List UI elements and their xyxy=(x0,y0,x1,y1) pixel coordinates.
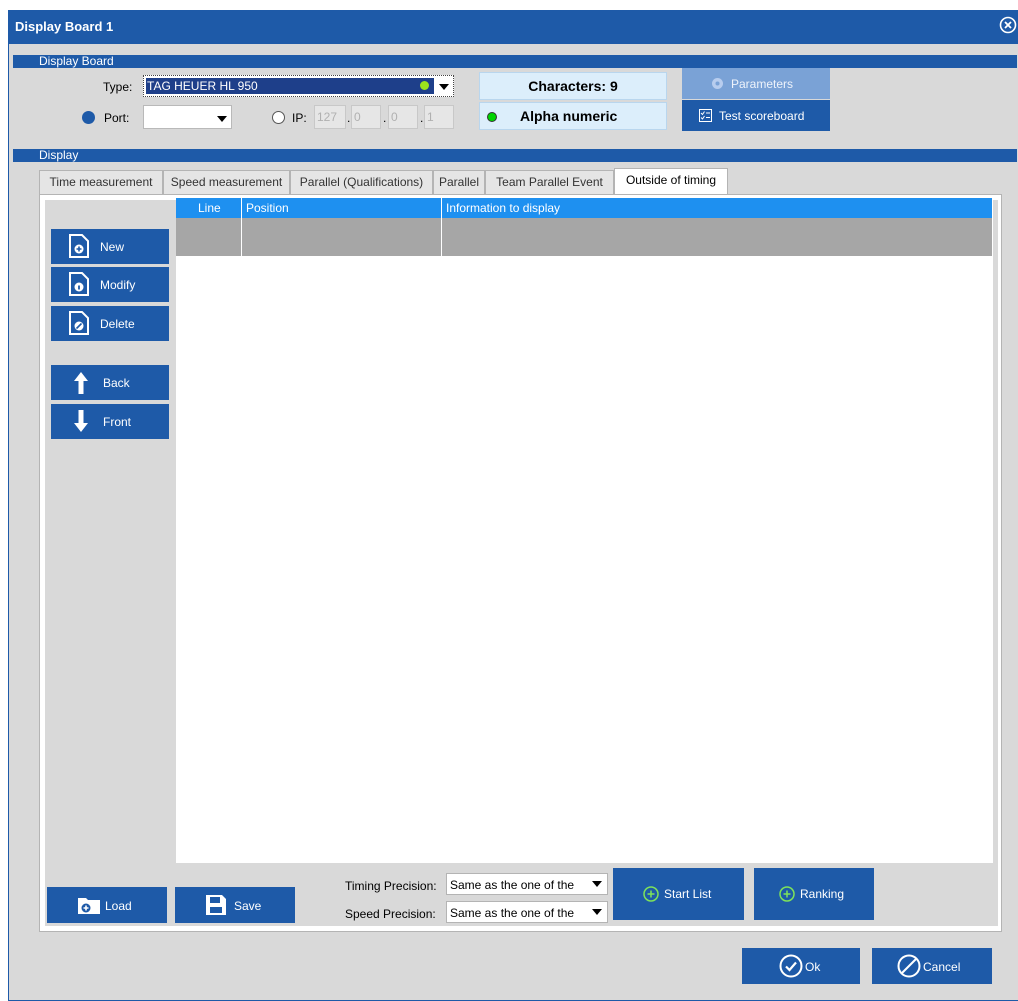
characters-indicator: Characters: 9 xyxy=(479,72,667,100)
chevron-down-icon xyxy=(592,909,602,915)
back-button[interactable]: Back xyxy=(51,365,169,400)
new-button[interactable]: New xyxy=(51,229,169,264)
column-header-position[interactable]: Position xyxy=(242,198,442,218)
ip-octet-3[interactable]: 0 xyxy=(388,105,418,129)
checklist-icon xyxy=(699,109,712,122)
cell-line[interactable] xyxy=(176,218,242,256)
modify-label: Modify xyxy=(100,278,136,292)
save-button[interactable]: Save xyxy=(175,887,295,923)
ok-label: Ok xyxy=(805,960,821,974)
display-lines-table[interactable]: Line Position Information to display xyxy=(176,198,993,863)
gear-icon xyxy=(711,77,724,90)
start-list-label: Start List xyxy=(664,887,712,901)
display-board-section-header: Display Board xyxy=(13,55,1017,68)
timing-precision-value: Same as the one of the xyxy=(450,878,575,892)
speed-precision-label: Speed Precision: xyxy=(345,907,436,921)
mode-indicator: Alpha numeric xyxy=(479,102,667,130)
new-label: New xyxy=(100,240,125,254)
load-button[interactable]: Load xyxy=(47,887,167,923)
tab-parallel-qualifications[interactable]: Parallel (Qualifications) xyxy=(290,170,433,194)
test-scoreboard-label: Test scoreboard xyxy=(719,109,805,123)
cancel-button[interactable]: Cancel xyxy=(872,948,992,984)
title-bar: Display Board 1 xyxy=(9,10,1018,44)
port-select[interactable] xyxy=(143,105,232,129)
timing-precision-label: Timing Precision: xyxy=(345,879,437,893)
type-status-icon xyxy=(420,81,429,90)
tab-time-measurement[interactable]: Time measurement xyxy=(39,170,163,194)
type-label: Type: xyxy=(103,80,133,94)
arrow-up-icon xyxy=(74,372,88,394)
port-label: Port: xyxy=(104,111,130,125)
speed-precision-value: Same as the one of the xyxy=(450,906,575,920)
timing-precision-select[interactable]: Same as the one of the xyxy=(446,873,608,895)
ip-octet-1[interactable]: 127 xyxy=(314,105,346,129)
tab-speed-measurement[interactable]: Speed measurement xyxy=(163,170,290,194)
chevron-down-icon xyxy=(439,84,449,90)
start-list-button[interactable]: Start List xyxy=(613,868,744,920)
chevron-down-icon xyxy=(217,116,227,122)
plus-circle-icon xyxy=(643,886,659,902)
check-circle-icon xyxy=(779,954,803,978)
ip-label: IP: xyxy=(292,111,307,125)
window-title: Display Board 1 xyxy=(15,19,114,34)
ip-separator: . xyxy=(347,111,351,125)
save-label: Save xyxy=(234,899,262,913)
mode-label: Alpha numeric xyxy=(520,108,618,124)
load-label: Load xyxy=(105,899,132,913)
delete-button[interactable]: Delete xyxy=(51,306,169,341)
type-value: TAG HEUER HL 950 xyxy=(146,78,434,94)
tab-parallel[interactable]: Parallel xyxy=(433,170,485,194)
column-header-information[interactable]: Information to display xyxy=(442,198,993,218)
parameters-label: Parameters xyxy=(731,77,794,91)
ip-radio-icon[interactable] xyxy=(272,111,285,124)
tab-outside-of-timing[interactable]: Outside of timing xyxy=(614,168,728,195)
ranking-label: Ranking xyxy=(800,887,845,901)
delete-label: Delete xyxy=(100,317,135,331)
display-section-header: Display xyxy=(13,149,1017,162)
test-scoreboard-button[interactable]: Test scoreboard xyxy=(682,100,830,131)
folder-icon xyxy=(77,895,101,915)
cancel-circle-icon xyxy=(897,954,921,978)
plus-circle-icon xyxy=(779,886,795,902)
cell-information[interactable] xyxy=(442,218,993,256)
speed-precision-select[interactable]: Same as the one of the xyxy=(446,901,608,923)
display-board-dialog: Display Board 1 Display Board Type: TAG … xyxy=(8,10,1018,1001)
ip-separator: . xyxy=(420,111,424,125)
parameters-button[interactable]: Parameters xyxy=(682,68,830,99)
ip-separator: . xyxy=(383,111,387,125)
port-radio-icon[interactable] xyxy=(82,111,95,124)
edit-document-icon xyxy=(69,272,89,296)
ip-octet-2[interactable]: 0 xyxy=(351,105,381,129)
save-icon xyxy=(206,895,226,915)
tab-team-parallel-event[interactable]: Team Parallel Event xyxy=(485,170,614,194)
chevron-down-icon xyxy=(592,881,602,887)
front-button[interactable]: Front xyxy=(51,404,169,439)
cell-position[interactable] xyxy=(242,218,442,256)
status-green-icon xyxy=(487,112,497,122)
new-document-icon xyxy=(69,234,89,258)
front-label: Front xyxy=(103,415,132,429)
ip-octet-4[interactable]: 1 xyxy=(424,105,454,129)
delete-document-icon xyxy=(69,311,89,335)
modify-button[interactable]: Modify xyxy=(51,267,169,302)
close-icon[interactable] xyxy=(999,16,1018,36)
type-select[interactable]: TAG HEUER HL 950 xyxy=(143,75,454,97)
column-header-line[interactable]: Line xyxy=(176,198,242,218)
back-label: Back xyxy=(103,376,130,390)
cancel-label: Cancel xyxy=(923,960,961,974)
ranking-button[interactable]: Ranking xyxy=(754,868,874,920)
arrow-down-icon xyxy=(74,410,88,432)
ok-button[interactable]: Ok xyxy=(742,948,860,984)
